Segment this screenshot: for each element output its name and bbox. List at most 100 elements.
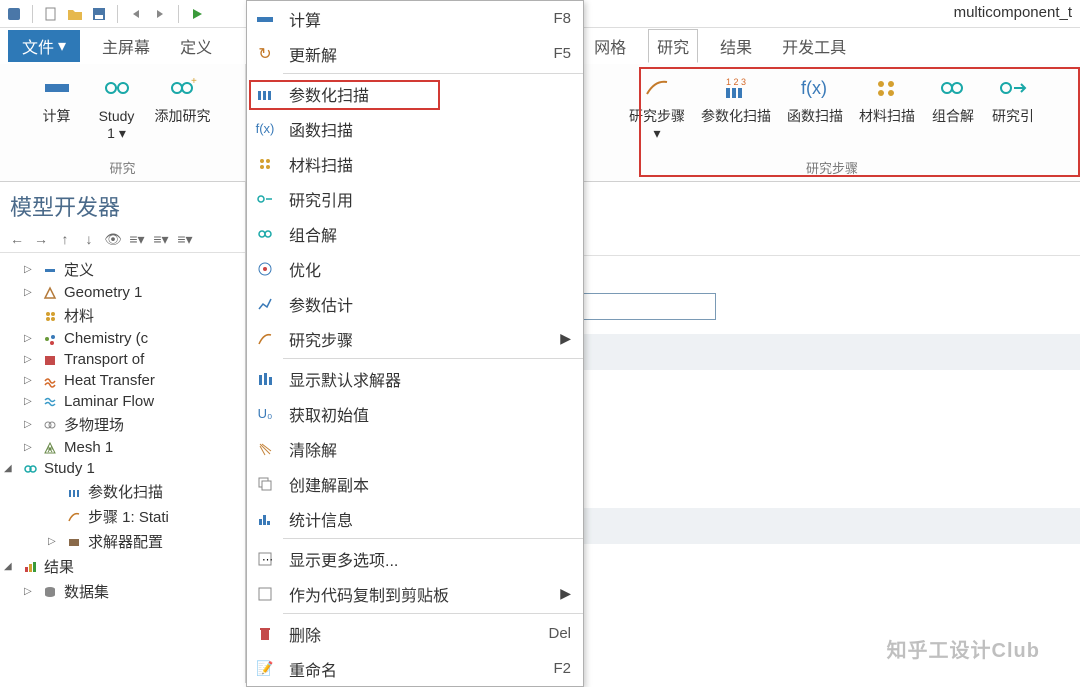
param-est-icon <box>253 294 277 314</box>
nav-down-icon[interactable]: ↓ <box>80 230 98 248</box>
tree-node[interactable]: ▷Mesh 1 <box>0 437 245 458</box>
menu-item-optimize[interactable]: 优化 <box>247 251 583 286</box>
menu-item-clear[interactable]: 清除解 <box>247 431 583 466</box>
ribbon-combine[interactable]: 组合解 <box>923 68 983 125</box>
nav-back-icon[interactable]: ← <box>8 230 26 248</box>
tab-definitions[interactable]: 定义 <box>172 30 220 62</box>
tree-node[interactable]: ▷Transport of <box>0 349 245 370</box>
expand-icon[interactable]: ≡▾ <box>152 230 170 248</box>
delete-icon <box>253 624 277 644</box>
model-tree[interactable]: ▷定义▷Geometry 1材料▷Chemistry (c▷Transport … <box>0 253 245 683</box>
tree-node[interactable]: 材料 <box>0 303 245 328</box>
copy-sol-icon <box>253 474 277 494</box>
menu-item-step[interactable]: 研究步骤▶ <box>247 321 583 356</box>
undo-icon[interactable] <box>128 6 144 22</box>
tree-node[interactable]: ▷Heat Transfer <box>0 370 245 391</box>
ribbon-study-step[interactable]: 研究步骤 ▾ <box>621 68 693 142</box>
solver-icon <box>66 534 82 550</box>
ribbon-func-sweep[interactable]: f(x) 函数扫描 <box>779 68 851 125</box>
menu-item-compute[interactable]: 计算F8 <box>247 1 583 36</box>
tree-node[interactable]: 参数化扫描 <box>0 479 245 504</box>
model-builder-toolbar: ← → ↑ ↓ 👁 ≡▾ ≡▾ ≡▾ <box>0 226 245 253</box>
param-sweep-icon: 1 2 3 <box>720 72 752 104</box>
nav-up-icon[interactable]: ↑ <box>56 230 74 248</box>
menu-item-rename[interactable]: 📝重命名F2 <box>247 651 583 686</box>
tree-node[interactable]: ▷求解器配置 <box>0 529 245 554</box>
init-icon: U₀ <box>253 404 277 424</box>
tree-node[interactable]: ◢结果 <box>0 554 245 579</box>
menu-item-param-sweep[interactable]: 参数化扫描 <box>247 76 583 111</box>
eye-icon[interactable]: 👁 <box>104 230 122 248</box>
tree-node[interactable]: ▷Chemistry (c <box>0 328 245 349</box>
menu-item-param-est[interactable]: 参数估计 <box>247 286 583 321</box>
clear-icon <box>253 439 277 459</box>
tab-home[interactable]: 主屏幕 <box>94 30 158 62</box>
menu-item-stats[interactable]: 统计信息 <box>247 501 583 536</box>
tab-mesh[interactable]: 网格 <box>586 30 634 62</box>
nav-fwd-icon[interactable]: → <box>32 230 50 248</box>
svg-text:⋯: ⋯ <box>262 554 273 566</box>
document-title: multicomponent_t <box>954 4 1072 21</box>
file-menu-button[interactable]: 文件▾ <box>8 30 80 62</box>
results-icon <box>22 559 38 575</box>
menu-item-init[interactable]: U₀获取初始值 <box>247 396 583 431</box>
save-icon[interactable] <box>91 6 107 22</box>
ribbon-compute[interactable]: 计算 <box>27 68 87 125</box>
study-ref-icon <box>997 72 1029 104</box>
tree-node[interactable]: ▷Geometry 1 <box>0 282 245 303</box>
tab-devtools[interactable]: 开发工具 <box>774 30 854 62</box>
menu-item-delete[interactable]: 删除Del <box>247 616 583 651</box>
ribbon-group-steps-title: 研究步骤 <box>806 156 858 179</box>
ribbon-group-study-title: 研究 <box>109 156 135 179</box>
ribbon-add-study[interactable]: + 添加研究 <box>147 68 219 125</box>
more-icon: ⋯ <box>253 549 277 569</box>
ribbon-mat-sweep[interactable]: 材料扫描 <box>851 68 923 125</box>
tree-node[interactable]: ▷多物理场 <box>0 412 245 437</box>
new-file-icon[interactable] <box>43 6 59 22</box>
step-icon <box>641 72 673 104</box>
menu-item-func-sweep[interactable]: f(x)函数扫描 <box>247 111 583 146</box>
add-study-icon: + <box>167 72 199 104</box>
mesh-icon <box>42 440 58 456</box>
study-icon <box>22 461 38 477</box>
stats-icon <box>253 509 277 529</box>
tab-study[interactable]: 研究 <box>648 29 698 63</box>
tree-node[interactable]: ▷定义 <box>0 257 245 282</box>
tree-node[interactable]: 步骤 1: Stati <box>0 504 245 529</box>
context-menu: 计算F8↻更新解F5 参数化扫描f(x)函数扫描材料扫描研究引用组合解优化参数估计… <box>246 0 584 687</box>
chevron-down-icon: ▾ <box>58 36 66 56</box>
menu-item-refresh[interactable]: ↻更新解F5 <box>247 36 583 71</box>
ribbon-param-sweep[interactable]: 1 2 3 参数化扫描 <box>693 68 779 125</box>
menu-item-code[interactable]: 作为代码复制到剪贴板▶ <box>247 576 583 611</box>
refresh-icon: ↻ <box>253 44 277 64</box>
func-sweep-icon: f(x) <box>253 119 277 139</box>
rename-icon: 📝 <box>253 659 277 679</box>
menu-item-mat-sweep[interactable]: 材料扫描 <box>247 146 583 181</box>
menu-item-solver-show[interactable]: 显示默认求解器 <box>247 361 583 396</box>
tree-node[interactable]: ▷数据集 <box>0 579 245 604</box>
combine-icon <box>253 224 277 244</box>
multi-icon <box>42 417 58 433</box>
compute-icon <box>253 9 277 29</box>
tree-node[interactable]: ◢Study 1 <box>0 458 245 479</box>
geom-icon <box>42 285 58 301</box>
menu-item-study-ref[interactable]: 研究引用 <box>247 181 583 216</box>
menu-item-more[interactable]: ⋯显示更多选项... <box>247 541 583 576</box>
menu-item-copy-sol[interactable]: 创建解副本 <box>247 466 583 501</box>
open-icon[interactable] <box>67 6 83 22</box>
collapse-icon[interactable]: ≡▾ <box>128 230 146 248</box>
run-icon[interactable] <box>189 6 205 22</box>
tree-node[interactable]: ▷Laminar Flow <box>0 391 245 412</box>
filter-icon[interactable]: ≡▾ <box>176 230 194 248</box>
ribbon-study-select[interactable]: Study 1 ▾ <box>87 68 147 142</box>
redo-icon[interactable] <box>152 6 168 22</box>
ribbon-study-ref[interactable]: 研究引 <box>983 68 1043 125</box>
combine-icon <box>937 72 969 104</box>
app-icon <box>6 6 22 22</box>
menu-item-combine[interactable]: 组合解 <box>247 216 583 251</box>
func-sweep-icon: f(x) <box>799 72 831 104</box>
def-icon <box>42 262 58 278</box>
mat-icon <box>42 308 58 324</box>
tab-results[interactable]: 结果 <box>712 30 760 62</box>
code-icon <box>253 584 277 604</box>
